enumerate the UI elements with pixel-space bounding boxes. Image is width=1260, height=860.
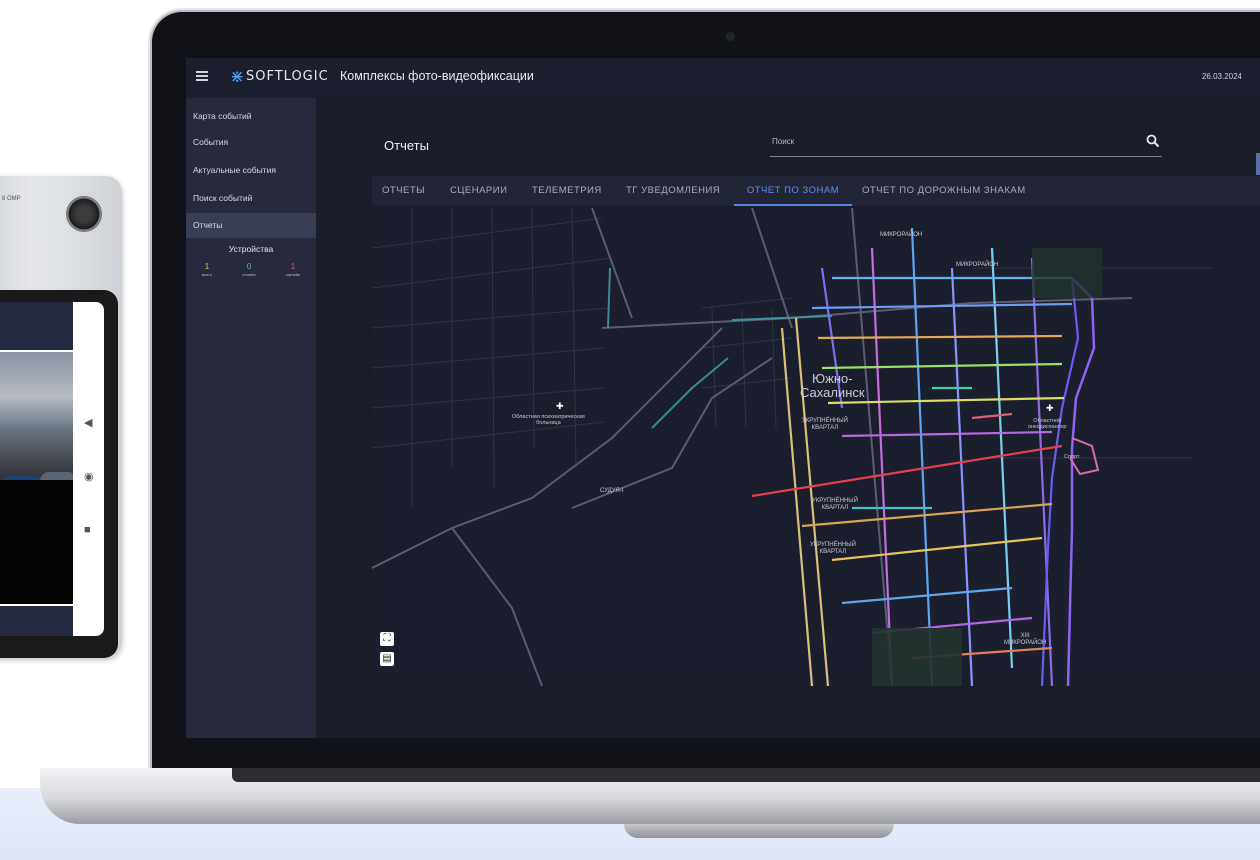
map-label-city: Южно- Сахалинск xyxy=(800,371,865,401)
logo-text: SOFTLOGIC xyxy=(246,69,329,84)
map-label-district: XIII МИКРОРАЙОН xyxy=(1004,633,1047,646)
phone-camera-photo xyxy=(0,352,73,498)
sidebar-item-events[interactable]: События xyxy=(186,130,316,155)
map-label-district: МИКРОРАЙОН xyxy=(880,232,923,238)
sidebar-item-event-search[interactable]: Поиск событий xyxy=(186,186,316,211)
logo-icon: ⋇ xyxy=(230,67,245,86)
phone-camera-label: 8 OMP xyxy=(2,196,21,202)
map-label-sport: Спорт xyxy=(1064,454,1080,460)
map-label-hospital: Областная психиатрическая больница xyxy=(512,414,585,427)
devices-title: Устройства xyxy=(228,244,274,254)
map-label-suburb: СУДУЯ-I xyxy=(600,488,624,494)
map-roads xyxy=(372,208,1212,686)
map-label-district: МИКРОРАЙОН xyxy=(956,262,999,268)
sidebar-item-reports[interactable]: Отчеты xyxy=(186,213,316,238)
recent-apps-icon[interactable]: ■ xyxy=(84,524,91,536)
tab-road-signs-report[interactable]: ОТЧЕТ ПО ДОРОЖНЫМ ЗНАКАМ xyxy=(862,176,1026,206)
phone-screen: ◀ ◉ ■ xyxy=(0,302,104,636)
devices-offline-label: офлайн xyxy=(285,272,301,277)
top-bar: ⋇ SOFTLOGIC Комплексы фото-видеофиксации… xyxy=(186,58,1260,99)
devices-online-label: онлайн xyxy=(242,272,256,277)
devices-offline: 1 офлайн xyxy=(276,262,310,277)
tab-tg-notifications[interactable]: ТГ УВЕДОМЛЕНИЯ xyxy=(626,176,720,206)
search-input[interactable] xyxy=(770,136,1134,147)
app-screen: ⋇ SOFTLOGIC Комплексы фото-видеофиксации… xyxy=(186,58,1260,738)
menu-icon[interactable] xyxy=(196,71,208,81)
main-content: Отчеты ОТЧЕТЫ СЦЕНАРИИ ТЕЛЕМЕТРИЯ ТГ УВЕ… xyxy=(316,98,1260,738)
phone-camera-lens xyxy=(66,196,102,232)
phone-footer xyxy=(0,606,73,636)
back-icon[interactable]: ◀ xyxy=(84,416,92,429)
devices-total-label: всего xyxy=(202,272,212,277)
hospital-icon: ✚ xyxy=(1046,403,1054,413)
devices-online-value: 0 xyxy=(246,262,252,271)
laptop-hinge xyxy=(232,768,1260,782)
scrollbar[interactable] xyxy=(1256,153,1260,175)
devices-total-value: 1 xyxy=(204,262,210,271)
tabs-bar: ОТЧЕТЫ СЦЕНАРИИ ТЕЛЕМЕТРИЯ ТГ УВЕДОМЛЕНИ… xyxy=(372,176,1260,206)
search-box xyxy=(770,128,1162,157)
map-label-kvartal: УКРУПНЁННЫЙ КВАРТАЛ xyxy=(812,498,858,511)
devices-offline-value: 1 xyxy=(290,262,296,271)
sidebar: Карта событий События Актуальные события… xyxy=(186,98,316,738)
hospital-icon: ✚ xyxy=(556,401,564,411)
map-label-oncology: Областной онкодиспансер xyxy=(1028,418,1067,431)
sidebar-item-actual-events[interactable]: Актуальные события xyxy=(186,158,316,183)
page-title: Отчеты xyxy=(384,138,429,153)
home-icon[interactable]: ◉ xyxy=(84,470,94,483)
fullscreen-icon[interactable]: ⛶ xyxy=(380,632,394,646)
map-label-kvartal: УКРУПНЁННЫЙ КВАРТАЛ xyxy=(810,542,856,555)
zone-map[interactable]: Южно- Сахалинск МИКРОРАЙОН МИКРОРАЙОН УКР… xyxy=(372,208,1260,686)
phone-video-area xyxy=(0,480,73,604)
tab-telemetry[interactable]: ТЕЛЕМЕТРИЯ xyxy=(532,176,602,206)
search-icon[interactable] xyxy=(1146,134,1160,148)
devices-total: 1 всего xyxy=(190,262,224,277)
laptop-notch xyxy=(624,824,894,838)
tab-scenarios[interactable]: СЦЕНАРИИ xyxy=(450,176,507,206)
tab-reports[interactable]: ОТЧЕТЫ xyxy=(382,176,425,206)
devices-online: 0 онлайн xyxy=(232,262,266,277)
app-title: Комплексы фото-видеофиксации xyxy=(340,69,534,83)
webcam-icon xyxy=(726,32,735,41)
phone-header xyxy=(0,302,73,350)
map-layers-icon[interactable]: ▤ xyxy=(380,652,394,666)
map-label-kvartal: УКРУПНЁННЫЙ КВАРТАЛ xyxy=(802,418,848,431)
current-date: 26.03.2024 xyxy=(1201,72,1242,81)
sidebar-item-event-map[interactable]: Карта событий xyxy=(186,104,316,129)
tab-zone-report[interactable]: ОТЧЕТ ПО ЗОНАМ xyxy=(734,176,852,206)
